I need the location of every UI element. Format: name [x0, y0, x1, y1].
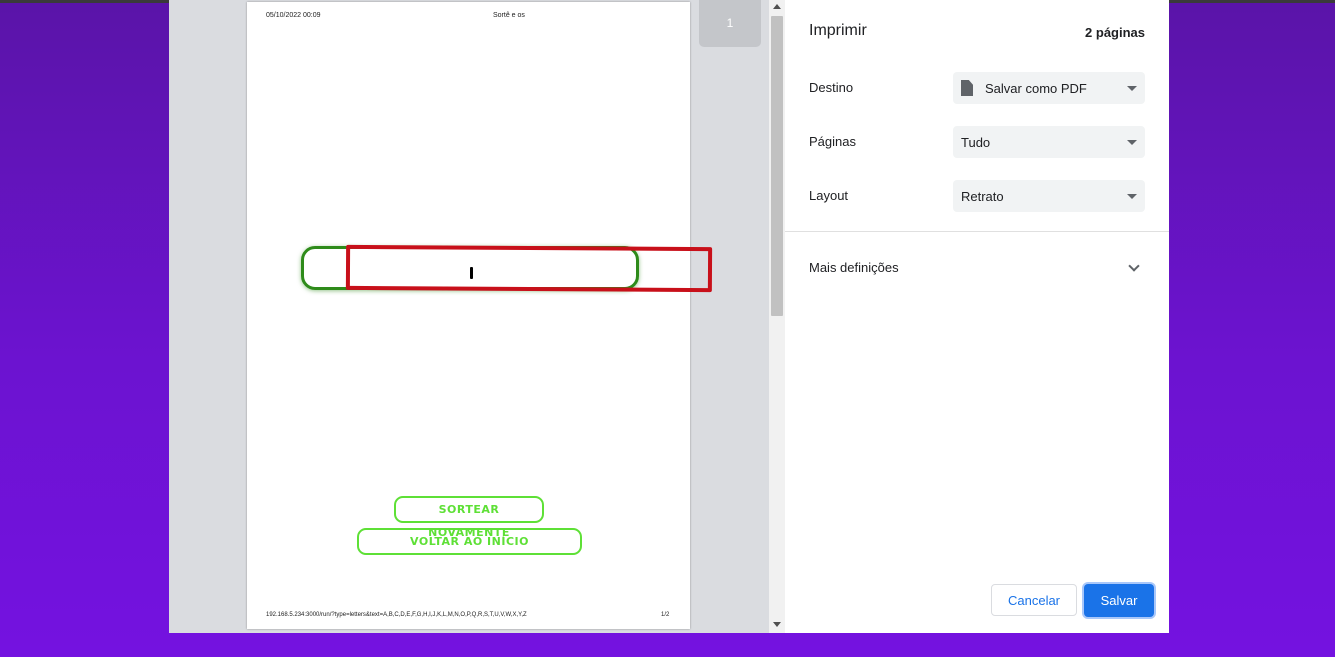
- settings-divider: [785, 231, 1169, 232]
- print-dialog: 05/10/2022 00:09 Sortê e os SORTEAR NOVA…: [169, 0, 1169, 633]
- print-preview-area[interactable]: 05/10/2022 00:09 Sortê e os SORTEAR NOVA…: [169, 0, 785, 633]
- print-settings-panel: Imprimir 2 páginas Destino Salvar como P…: [785, 0, 1169, 633]
- page-header-date: 05/10/2022 00:09: [266, 12, 321, 19]
- dialog-title: Imprimir: [809, 22, 867, 39]
- scrollbar-thumb[interactable]: [771, 16, 783, 316]
- layout-value: Retrato: [961, 189, 1004, 204]
- layout-select[interactable]: Retrato: [953, 180, 1145, 212]
- more-settings-label: Mais definições: [809, 260, 899, 275]
- page-count: 2 páginas: [1085, 25, 1145, 40]
- destination-select[interactable]: Salvar como PDF: [953, 72, 1145, 104]
- page-footer-url: 192.168.5.234:3000/run/?type=letters&tex…: [266, 612, 527, 618]
- chevron-down-icon: [1128, 260, 1140, 272]
- preview-scrollbar[interactable]: [769, 0, 785, 633]
- page-header-title: Sortê e os: [493, 12, 525, 19]
- preview-page: 05/10/2022 00:09 Sortê e os SORTEAR NOVA…: [247, 2, 690, 629]
- destination-value: Salvar como PDF: [985, 81, 1087, 96]
- page-thumbnail[interactable]: 1: [699, 0, 761, 47]
- pages-value: Tudo: [961, 135, 991, 150]
- scroll-down-arrow-icon[interactable]: [773, 622, 781, 627]
- pages-select[interactable]: Tudo: [953, 126, 1145, 158]
- page-footer-number: 1/2: [661, 612, 670, 618]
- document-icon: [961, 80, 973, 96]
- cancel-button[interactable]: Cancelar: [991, 584, 1077, 616]
- destination-label: Destino: [809, 80, 854, 95]
- caret-down-icon: [1127, 140, 1137, 145]
- caret-down-icon: [1127, 86, 1137, 91]
- layout-label: Layout: [809, 188, 849, 203]
- pages-label: Páginas: [809, 134, 856, 149]
- caret-down-icon: [1127, 194, 1137, 199]
- preview-sortear-button: SORTEAR NOVAMENTE: [394, 496, 544, 539]
- preview-voltar-button: VOLTAR AO INÍCIO: [357, 528, 582, 555]
- highlight-annotation: [345, 244, 713, 293]
- scroll-up-arrow-icon[interactable]: [773, 4, 781, 9]
- more-settings-toggle[interactable]: Mais definições: [785, 246, 1169, 290]
- save-button[interactable]: Salvar: [1084, 584, 1154, 617]
